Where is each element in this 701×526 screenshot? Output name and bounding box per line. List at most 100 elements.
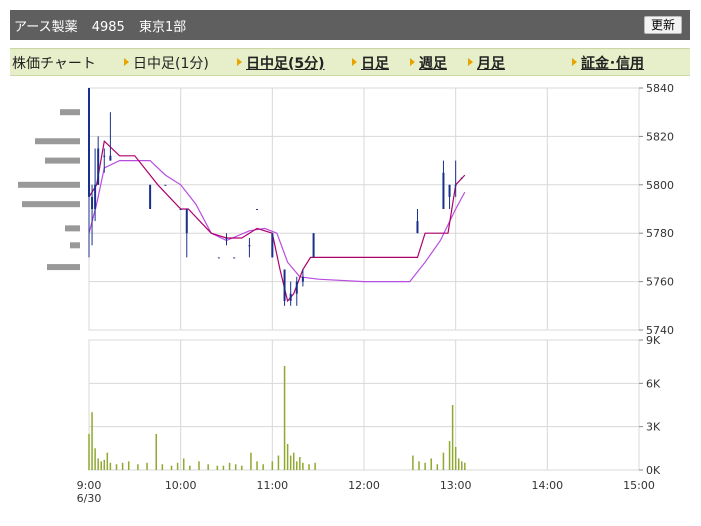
price-tick-label: 5820: [646, 130, 674, 143]
candle-body: [454, 184, 457, 186]
volume-bar: [250, 452, 252, 470]
intraday-chart: 9:00 10:00 11:00 12:00 13:00 14:00 15:00 6/30 57…: [18, 82, 674, 505]
candle-body: [103, 155, 106, 157]
x-tick-label: 13:00: [440, 479, 472, 492]
candle-body: [233, 257, 236, 259]
x-tick-label: 9:00: [77, 479, 102, 492]
x-tick-label: 12:00: [348, 479, 380, 492]
volume-bar: [299, 457, 301, 470]
volume-bar: [442, 452, 445, 470]
candle-body: [256, 209, 259, 210]
volume-bar: [424, 462, 426, 470]
candle-body: [88, 88, 90, 197]
volume-bar: [170, 465, 173, 470]
volume-bar: [127, 461, 130, 470]
volume-bar: [91, 412, 93, 470]
volume-tick-label: 0K: [646, 464, 661, 477]
volume-bar: [286, 444, 289, 470]
volume-tick-label: 6K: [646, 377, 661, 390]
candle-body: [448, 184, 451, 197]
candle-body: [217, 257, 220, 259]
volume-bar: [262, 464, 264, 470]
price-profile-bar: [22, 201, 80, 208]
price-tick-label: 5780: [646, 227, 674, 240]
volume-bar: [283, 366, 286, 470]
volume-bar: [296, 461, 298, 470]
price-profile-bar: [70, 242, 80, 249]
volume-bar: [94, 448, 96, 470]
candle-body: [225, 238, 228, 240]
volume-bar: [418, 461, 420, 470]
volume-bar: [103, 459, 106, 470]
price-profile-bar: [18, 181, 80, 188]
volume-bar: [277, 455, 280, 470]
volume-bar: [448, 441, 451, 470]
price-profile-bar: [35, 138, 80, 145]
volume-bar: [314, 462, 316, 470]
candle-body: [460, 177, 463, 179]
volume-bar: [216, 465, 219, 470]
candle-body: [312, 233, 315, 258]
candle-body: [109, 155, 112, 161]
volume-bar: [457, 458, 460, 470]
volume-bar: [430, 458, 432, 470]
price-tick-label: 5760: [646, 276, 674, 289]
volume-bar: [461, 461, 463, 470]
price-profile-bar: [65, 225, 80, 232]
volume-bar: [189, 465, 191, 470]
volume-bar: [106, 452, 109, 470]
candle-body: [283, 269, 286, 301]
volume-bar: [436, 464, 439, 470]
volume-bar: [292, 452, 295, 470]
volume-bar: [97, 458, 99, 470]
volume-bar: [222, 465, 225, 470]
volume-bar: [176, 462, 179, 470]
volume-bar: [228, 462, 231, 470]
candle-body: [179, 209, 182, 210]
candle-body: [97, 148, 100, 185]
volume-tick-label: 3K: [646, 421, 661, 434]
volume-bar: [121, 462, 124, 470]
x-tick-label: 10:00: [165, 479, 197, 492]
volume-bar: [207, 464, 209, 470]
x-tick-label: 11:00: [256, 479, 288, 492]
price-profile-bar: [47, 264, 80, 271]
price-profile-bar: [60, 109, 80, 116]
volume-bar: [464, 462, 466, 470]
volume-bar: [271, 461, 274, 470]
candle-body: [271, 233, 274, 258]
volume-bar: [146, 462, 148, 470]
volume-tick-label: 9K: [646, 334, 661, 347]
volume-bar: [412, 455, 414, 470]
volume-bar: [302, 462, 304, 470]
volume-bar: [109, 462, 112, 470]
candle-body: [416, 221, 419, 234]
volume-bar: [241, 465, 243, 470]
volume-bar: [161, 464, 164, 470]
candle-body: [301, 276, 304, 282]
candle-body: [185, 209, 188, 234]
candle-body: [248, 245, 251, 247]
volume-bar: [115, 464, 118, 470]
candle-body: [94, 184, 97, 209]
candle-body: [442, 172, 445, 209]
x-date-label: 6/30: [77, 492, 102, 505]
x-tick-label: 14:00: [531, 479, 563, 492]
volume-bar: [137, 464, 139, 470]
volume-bar: [234, 464, 237, 470]
volume-bar: [454, 446, 457, 470]
volume-bar: [88, 433, 90, 470]
volume-bar: [451, 405, 454, 470]
volume-bar: [100, 461, 102, 470]
price-tick-label: 5800: [646, 179, 674, 192]
candle-body: [289, 293, 292, 301]
candle-body: [91, 196, 94, 209]
candle-body: [149, 184, 152, 209]
volume-bar: [198, 461, 200, 470]
volume-bar: [256, 461, 258, 470]
price-profile-bar: [45, 157, 80, 164]
volume-bar: [182, 458, 185, 470]
candle-body: [164, 184, 167, 186]
volume-bar: [155, 433, 157, 470]
volume-bar: [308, 464, 310, 470]
